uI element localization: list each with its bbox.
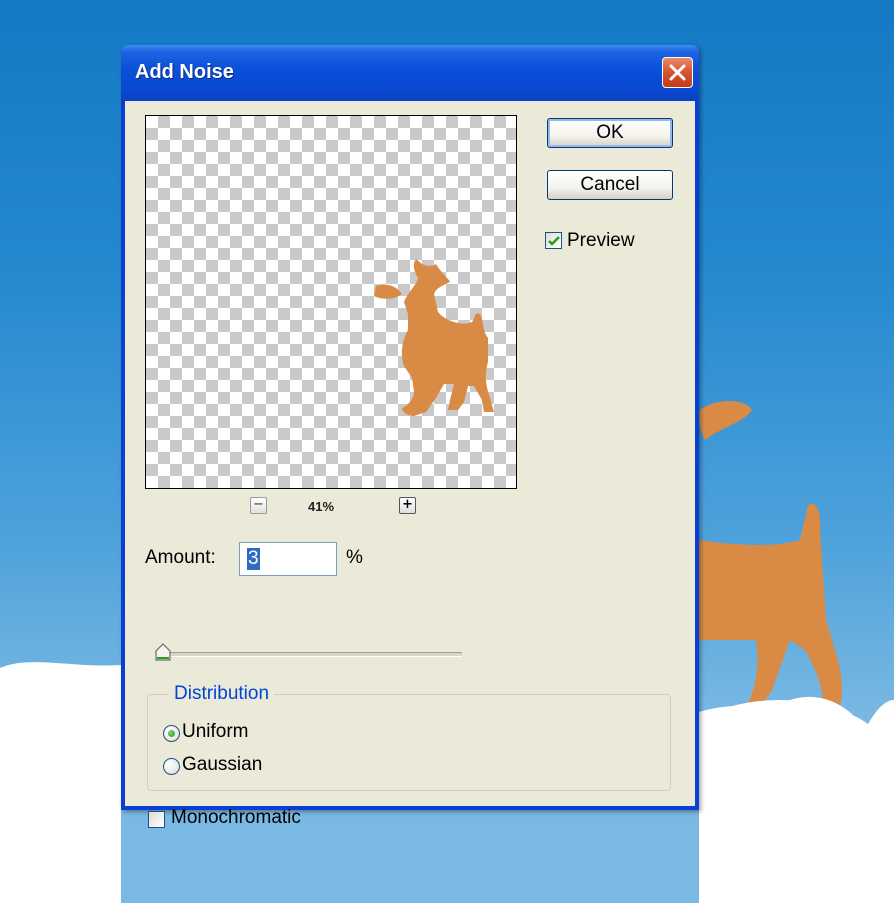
uniform-radio-label[interactable]: Uniform <box>182 721 249 743</box>
dialog-body: − 41% + OK Cancel Preview Amount: 3 % Di… <box>125 101 695 828</box>
preview-checkbox[interactable] <box>545 232 562 249</box>
amount-unit-label: % <box>346 547 363 568</box>
checkmark-icon <box>548 236 560 246</box>
close-button[interactable] <box>662 57 693 88</box>
zoom-out-button[interactable]: − <box>250 497 267 514</box>
ok-button[interactable]: OK <box>547 118 673 148</box>
amount-slider-thumb[interactable] <box>154 642 172 662</box>
add-noise-dialog: Add Noise − 41% + OK Cancel Preview Amou… <box>121 45 699 828</box>
zoom-in-button[interactable]: + <box>399 497 416 514</box>
amount-slider-track[interactable] <box>162 652 462 657</box>
amount-label: Amount: <box>145 547 216 568</box>
close-x-icon <box>669 64 686 81</box>
zoom-level-readout: 41% <box>308 499 335 514</box>
preview-deer-image <box>374 259 494 416</box>
gaussian-radio[interactable] <box>163 758 180 775</box>
minus-icon: − <box>253 497 264 512</box>
filter-preview[interactable] <box>145 115 517 489</box>
cancel-button[interactable]: Cancel <box>547 170 673 200</box>
dialog-title: Add Noise <box>135 61 234 83</box>
plus-icon: + <box>402 497 413 512</box>
preview-checkbox-label[interactable]: Preview <box>567 230 635 252</box>
radio-selected-dot <box>168 730 175 737</box>
amount-value: 3 <box>247 548 260 570</box>
monochromatic-checkbox-label[interactable]: Monochromatic <box>171 807 301 829</box>
monochromatic-checkbox[interactable] <box>148 811 165 828</box>
amount-input[interactable]: 3 <box>239 542 337 576</box>
gaussian-radio-label[interactable]: Gaussian <box>182 754 262 776</box>
dialog-titlebar[interactable]: Add Noise <box>121 45 699 101</box>
distribution-group-title: Distribution <box>169 683 275 705</box>
deer-artwork <box>699 401 843 712</box>
uniform-radio[interactable] <box>163 725 180 742</box>
